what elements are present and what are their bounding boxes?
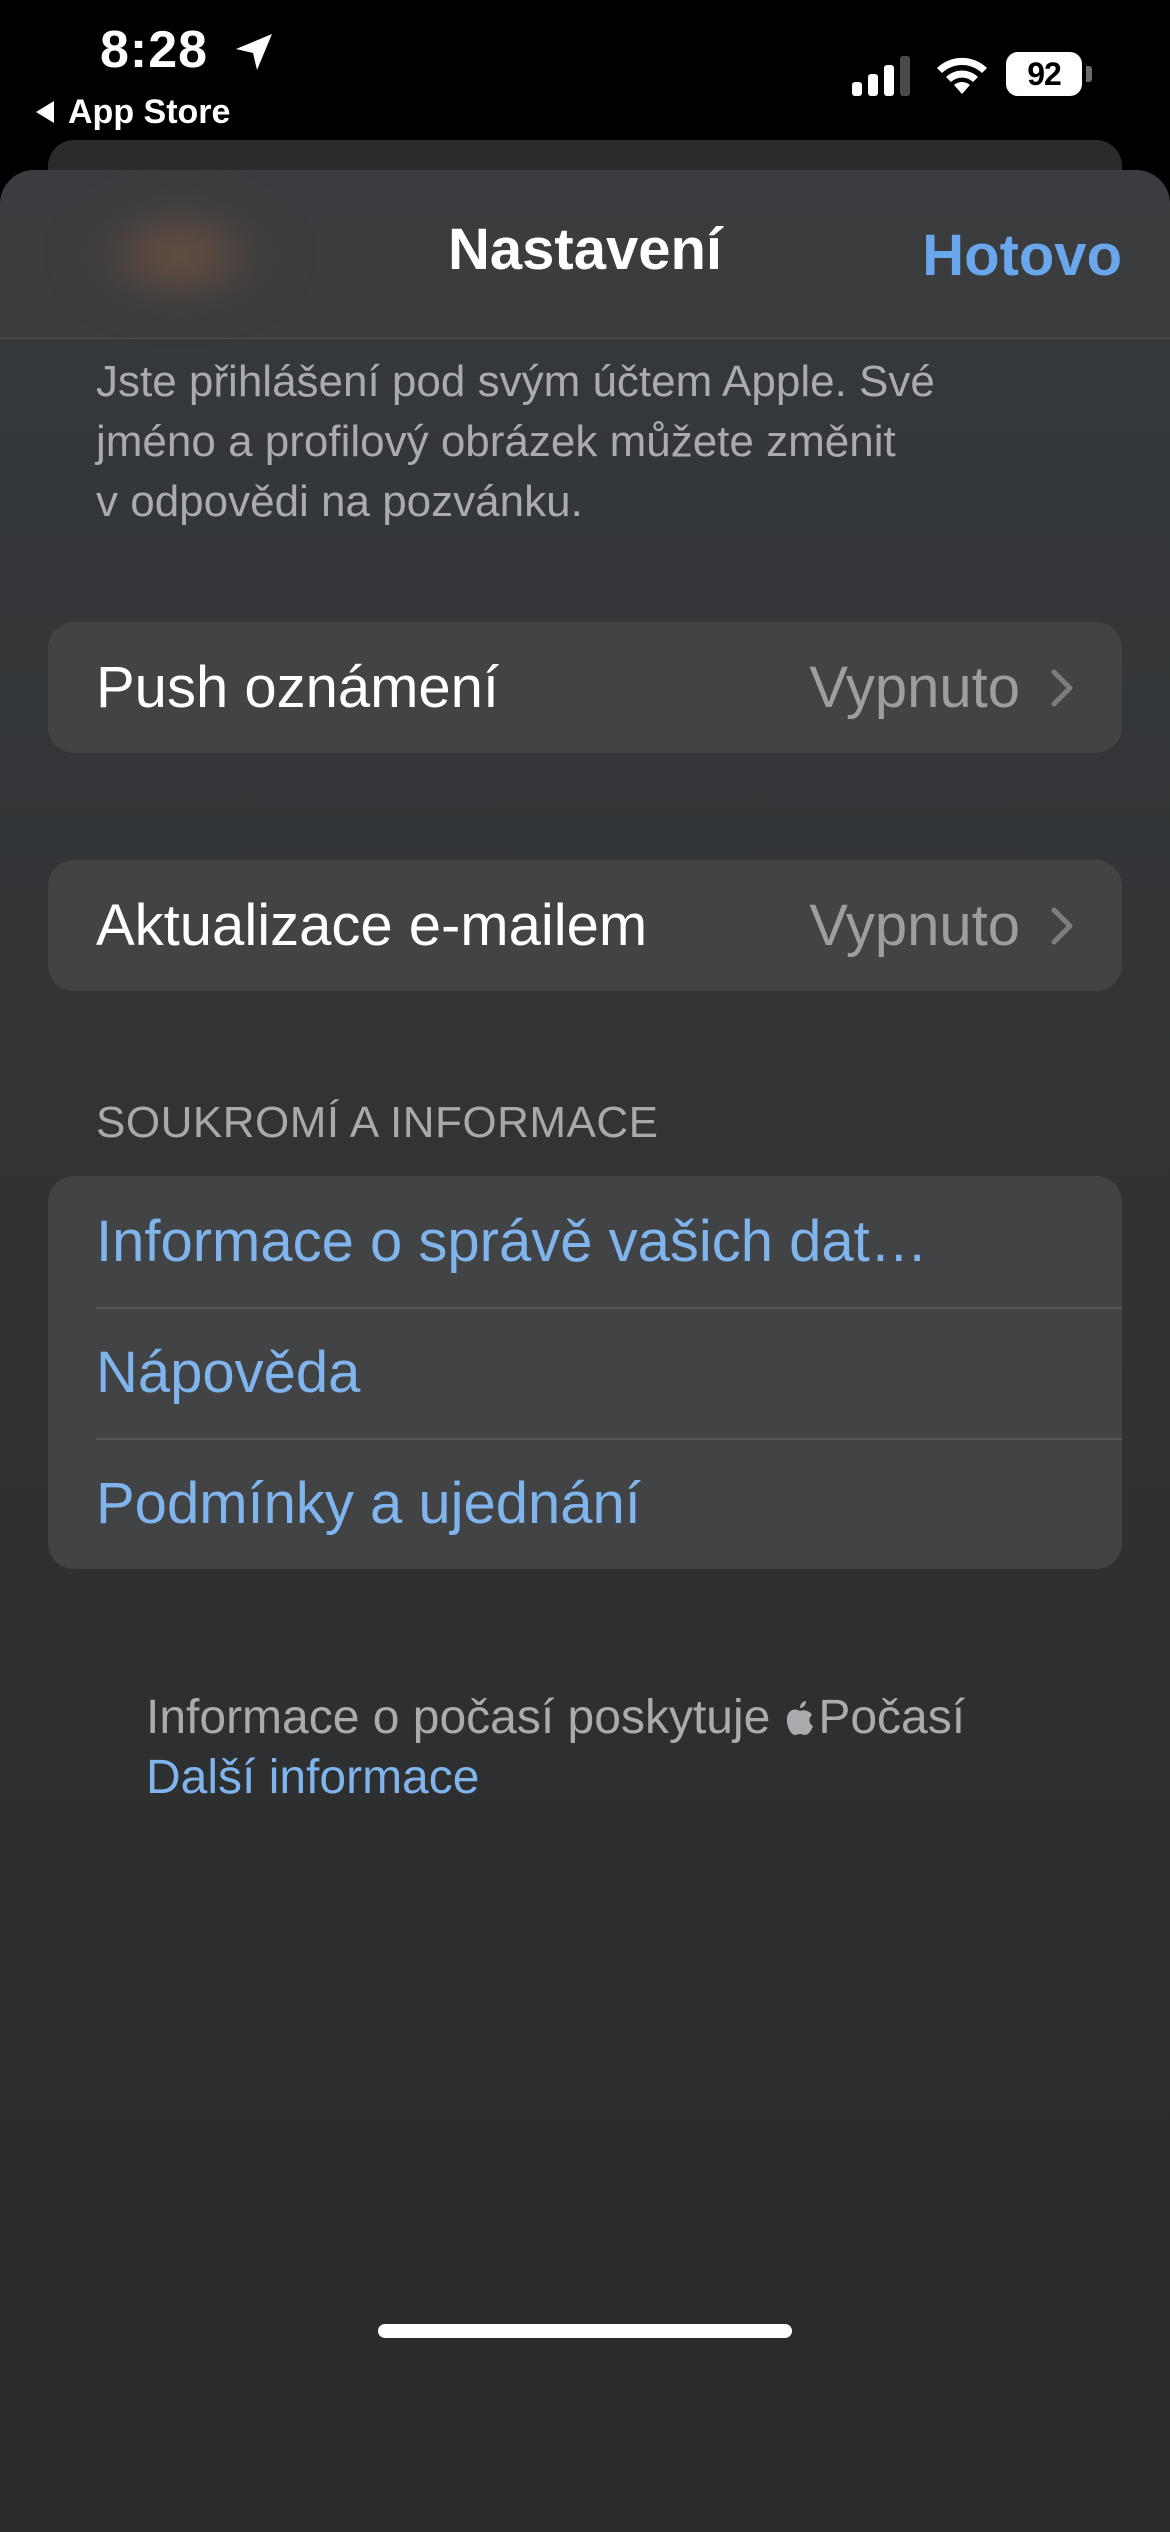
terms-link[interactable]: Podmínky a ujednání — [48, 1438, 1122, 1569]
data-management-link[interactable]: Informace o správě vašich dat… — [48, 1176, 1122, 1307]
nav-bar: Nastavení Hotovo — [0, 170, 1170, 339]
account-note-line: v odpovědi na pozvánku. — [96, 477, 583, 526]
wifi-icon — [937, 57, 987, 94]
data-management-label: Informace o správě vašich dat… — [96, 1209, 928, 1274]
apple-logo-icon — [787, 1701, 814, 1735]
chevron-right-icon — [1051, 669, 1073, 706]
battery-icon: 92 — [1006, 52, 1092, 96]
battery-body: 92 — [1006, 52, 1082, 96]
weather-attribution: Informace o počasí poskytuje Počasí Dalš… — [146, 1688, 965, 1808]
account-note-line: jméno a profilový obrázek můžete změnit — [96, 417, 896, 466]
email-updates-row[interactable]: Aktualizace e-mailem Vypnuto — [48, 860, 1122, 991]
screen: 8:28 App Store 92 Nastavení Hotovo Jste … — [0, 0, 1170, 2532]
cellular-signal-icon — [852, 56, 910, 96]
weather-attribution-line: Informace o počasí poskytuje Počasí — [146, 1688, 965, 1748]
help-label: Nápověda — [96, 1340, 361, 1405]
status-time: 8:28 — [100, 21, 209, 79]
back-triangle-icon — [36, 101, 54, 123]
email-updates-label: Aktualizace e-mailem — [96, 893, 648, 958]
help-link[interactable]: Nápověda — [48, 1307, 1122, 1438]
weather-brand: Počasí — [818, 1691, 966, 1744]
more-info-link[interactable]: Další informace — [146, 1748, 965, 1808]
weather-attribution-text: Informace o počasí poskytuje — [146, 1691, 771, 1744]
account-note: Jste přihlášení pod svým účtem Apple. Sv… — [96, 352, 1096, 532]
settings-sheet: Nastavení Hotovo Jste přihlášení pod svý… — [0, 170, 1170, 2532]
back-link-label: App Store — [68, 92, 231, 131]
push-notifications-label: Push oznámení — [96, 655, 500, 720]
location-arrow-icon — [236, 34, 272, 70]
home-indicator[interactable] — [378, 2324, 792, 2338]
chevron-right-icon — [1051, 907, 1073, 944]
done-button[interactable]: Hotovo — [922, 222, 1122, 289]
battery-level: 92 — [1027, 55, 1062, 92]
account-note-line: Jste přihlášení pod svým účtem Apple. Sv… — [96, 357, 935, 406]
back-to-app-store-link[interactable]: App Store — [36, 92, 230, 132]
privacy-section-header: SOUKROMÍ A INFORMACE — [96, 1098, 659, 1147]
push-notifications-group: Push oznámení Vypnuto — [48, 622, 1122, 753]
push-notifications-value: Vypnuto — [809, 655, 1020, 720]
email-updates-group: Aktualizace e-mailem Vypnuto — [48, 860, 1122, 991]
push-notifications-row[interactable]: Push oznámení Vypnuto — [48, 622, 1122, 753]
email-updates-value: Vypnuto — [809, 893, 1020, 958]
terms-label: Podmínky a ujednání — [96, 1471, 641, 1536]
privacy-group: Informace o správě vašich dat… Nápověda … — [48, 1176, 1122, 1569]
battery-cap — [1086, 66, 1092, 82]
